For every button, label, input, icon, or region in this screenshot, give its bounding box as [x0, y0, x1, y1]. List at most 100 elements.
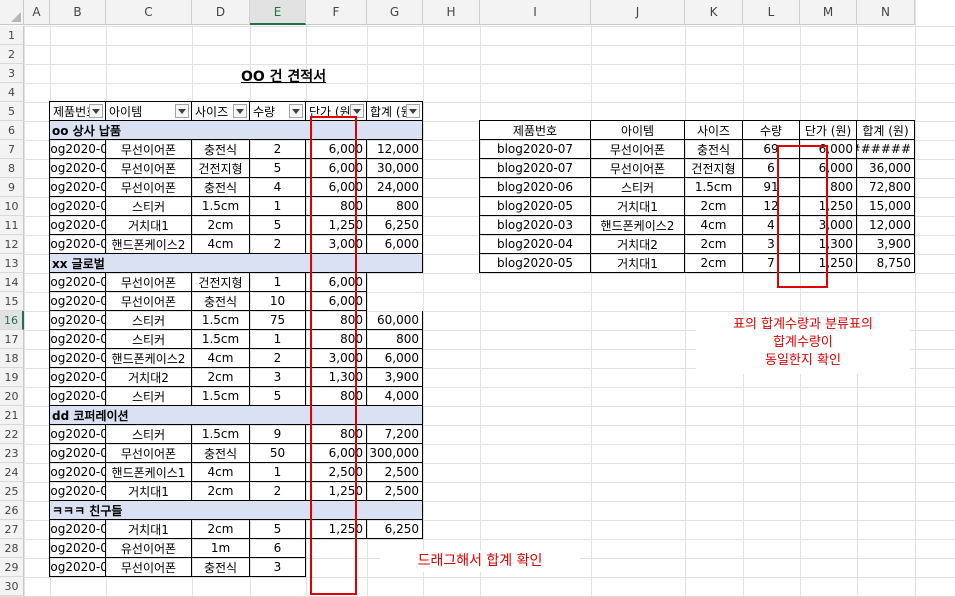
table-cell[interactable]: 1: [250, 463, 306, 482]
row-header-10[interactable]: 10: [0, 197, 24, 216]
column-header-b[interactable]: B: [50, 0, 106, 25]
summary-cell[interactable]: 스티커: [591, 178, 685, 197]
summary-cell[interactable]: 2cm: [685, 235, 743, 254]
column-header-j[interactable]: J: [591, 0, 685, 25]
table-cell[interactable]: 2cm: [192, 520, 250, 539]
table-cell[interactable]: 2cm: [192, 216, 250, 235]
table-cell[interactable]: 유선이어폰: [106, 539, 192, 558]
table-cell[interactable]: 6: [250, 539, 306, 558]
summary-cell[interactable]: 거치대1: [591, 254, 685, 273]
table-cell[interactable]: 5: [250, 520, 306, 539]
summary-cell[interactable]: blog2020-05: [480, 197, 591, 216]
table-cell[interactable]: 4cm: [192, 463, 250, 482]
filter-dropdown-icon[interactable]: [89, 104, 103, 118]
summary-cell[interactable]: blog2020-07: [480, 140, 591, 159]
table-cell[interactable]: 무선이어폰: [106, 159, 192, 178]
row-header-25[interactable]: 25: [0, 482, 24, 501]
table-cell[interactable]: blog2020-06: [50, 330, 106, 349]
row-header-2[interactable]: 2: [0, 45, 24, 64]
right-header-unit-price[interactable]: 단가 (원): [800, 121, 857, 140]
filter-dropdown-icon[interactable]: [289, 104, 303, 118]
table-cell[interactable]: 충전식: [192, 444, 250, 463]
column-header-e[interactable]: E: [250, 0, 306, 25]
table-cell[interactable]: 4cm: [192, 235, 250, 254]
row-header-20[interactable]: 20: [0, 387, 24, 406]
row-header-5[interactable]: 5: [0, 102, 24, 121]
table-cell[interactable]: blog2020-05: [50, 482, 106, 501]
table-cell[interactable]: 거치대1: [106, 482, 192, 501]
table-cell[interactable]: 2,500: [367, 482, 423, 501]
row-header-12[interactable]: 12: [0, 235, 24, 254]
row-header-16[interactable]: 16: [0, 311, 24, 330]
summary-cell[interactable]: 12,000: [857, 216, 915, 235]
row-header-17[interactable]: 17: [0, 330, 24, 349]
table-cell[interactable]: 충전식: [192, 292, 250, 311]
table-cell[interactable]: 6,250: [367, 520, 423, 539]
table-cell[interactable]: 6,250: [367, 216, 423, 235]
table-cell[interactable]: blog2020-07: [50, 558, 106, 577]
table-cell[interactable]: 10: [250, 292, 306, 311]
table-cell[interactable]: 75: [250, 311, 306, 330]
group-header-row[interactable]: xx 글로벌: [50, 254, 423, 273]
summary-cell[interactable]: 4cm: [685, 216, 743, 235]
table-cell[interactable]: 300,000: [367, 444, 423, 463]
table-cell[interactable]: 3: [250, 558, 306, 577]
filter-dropdown-icon[interactable]: [406, 104, 420, 118]
header-size[interactable]: 사이즈: [192, 102, 250, 121]
filter-dropdown-icon[interactable]: [175, 104, 189, 118]
table-cell[interactable]: 1: [250, 273, 306, 292]
right-header-qty[interactable]: 수량: [743, 121, 800, 140]
table-cell[interactable]: 24,000: [367, 178, 423, 197]
summary-cell[interactable]: 3,900: [857, 235, 915, 254]
table-cell[interactable]: 1.5cm: [192, 387, 250, 406]
summary-cell[interactable]: 무선이어폰: [591, 159, 685, 178]
table-cell[interactable]: 충전식: [192, 140, 250, 159]
table-cell[interactable]: 무선이어폰: [106, 140, 192, 159]
row-header-30[interactable]: 30: [0, 577, 24, 596]
table-cell[interactable]: blog2020-07: [50, 159, 106, 178]
table-cell[interactable]: blog2020-07: [50, 292, 106, 311]
column-header-n[interactable]: N: [857, 0, 915, 25]
summary-cell[interactable]: ######: [857, 140, 915, 159]
group-header-row[interactable]: oo 상사 납품: [50, 121, 423, 140]
table-cell[interactable]: 4cm: [192, 349, 250, 368]
row-header-23[interactable]: 23: [0, 444, 24, 463]
table-cell[interactable]: 2: [250, 349, 306, 368]
summary-cell[interactable]: 건전지형: [685, 159, 743, 178]
header-total[interactable]: 합계 (원): [367, 102, 423, 121]
column-header-h[interactable]: H: [423, 0, 480, 25]
table-cell[interactable]: blog2020-06: [50, 311, 106, 330]
table-cell[interactable]: 9: [250, 425, 306, 444]
row-header-13[interactable]: 13: [0, 254, 24, 273]
table-cell[interactable]: 핸드폰케이스1: [106, 463, 192, 482]
table-cell[interactable]: blog2020-06: [50, 425, 106, 444]
table-cell[interactable]: 2: [250, 482, 306, 501]
table-cell[interactable]: 스티커: [106, 311, 192, 330]
table-cell[interactable]: 1.5cm: [192, 311, 250, 330]
table-cell[interactable]: 충전식: [192, 558, 250, 577]
table-cell[interactable]: 핸드폰케이스2: [106, 349, 192, 368]
table-cell[interactable]: 5: [250, 216, 306, 235]
select-all-corner[interactable]: [0, 0, 24, 25]
filter-dropdown-icon[interactable]: [233, 104, 247, 118]
column-header-g[interactable]: G: [367, 0, 423, 25]
table-cell[interactable]: blog2020-07: [50, 178, 106, 197]
table-cell[interactable]: 3,900: [367, 368, 423, 387]
table-cell[interactable]: 7,200: [367, 425, 423, 444]
table-cell[interactable]: 거치대1: [106, 216, 192, 235]
table-cell[interactable]: 1.5cm: [192, 425, 250, 444]
header-item[interactable]: 아이템: [106, 102, 192, 121]
column-header-m[interactable]: M: [800, 0, 857, 25]
row-header-18[interactable]: 18: [0, 349, 24, 368]
table-cell[interactable]: blog2020-02: [50, 463, 106, 482]
table-cell[interactable]: 무선이어폰: [106, 273, 192, 292]
right-header-product-no[interactable]: 제품번호: [480, 121, 591, 140]
column-header-d[interactable]: D: [192, 0, 250, 25]
table-cell[interactable]: 2: [250, 235, 306, 254]
table-cell[interactable]: blog2020-05: [50, 520, 106, 539]
column-header-k[interactable]: K: [685, 0, 743, 25]
header-product-no[interactable]: 제품번호: [50, 102, 106, 121]
summary-cell[interactable]: blog2020-03: [480, 216, 591, 235]
table-cell[interactable]: 5: [250, 387, 306, 406]
spreadsheet-grid[interactable]: A B C D E F G H I J K L M N 1 2 3 4 5 6 7 8 9 10 11 12 13 14 15 16 17 1…: [0, 0, 955, 597]
